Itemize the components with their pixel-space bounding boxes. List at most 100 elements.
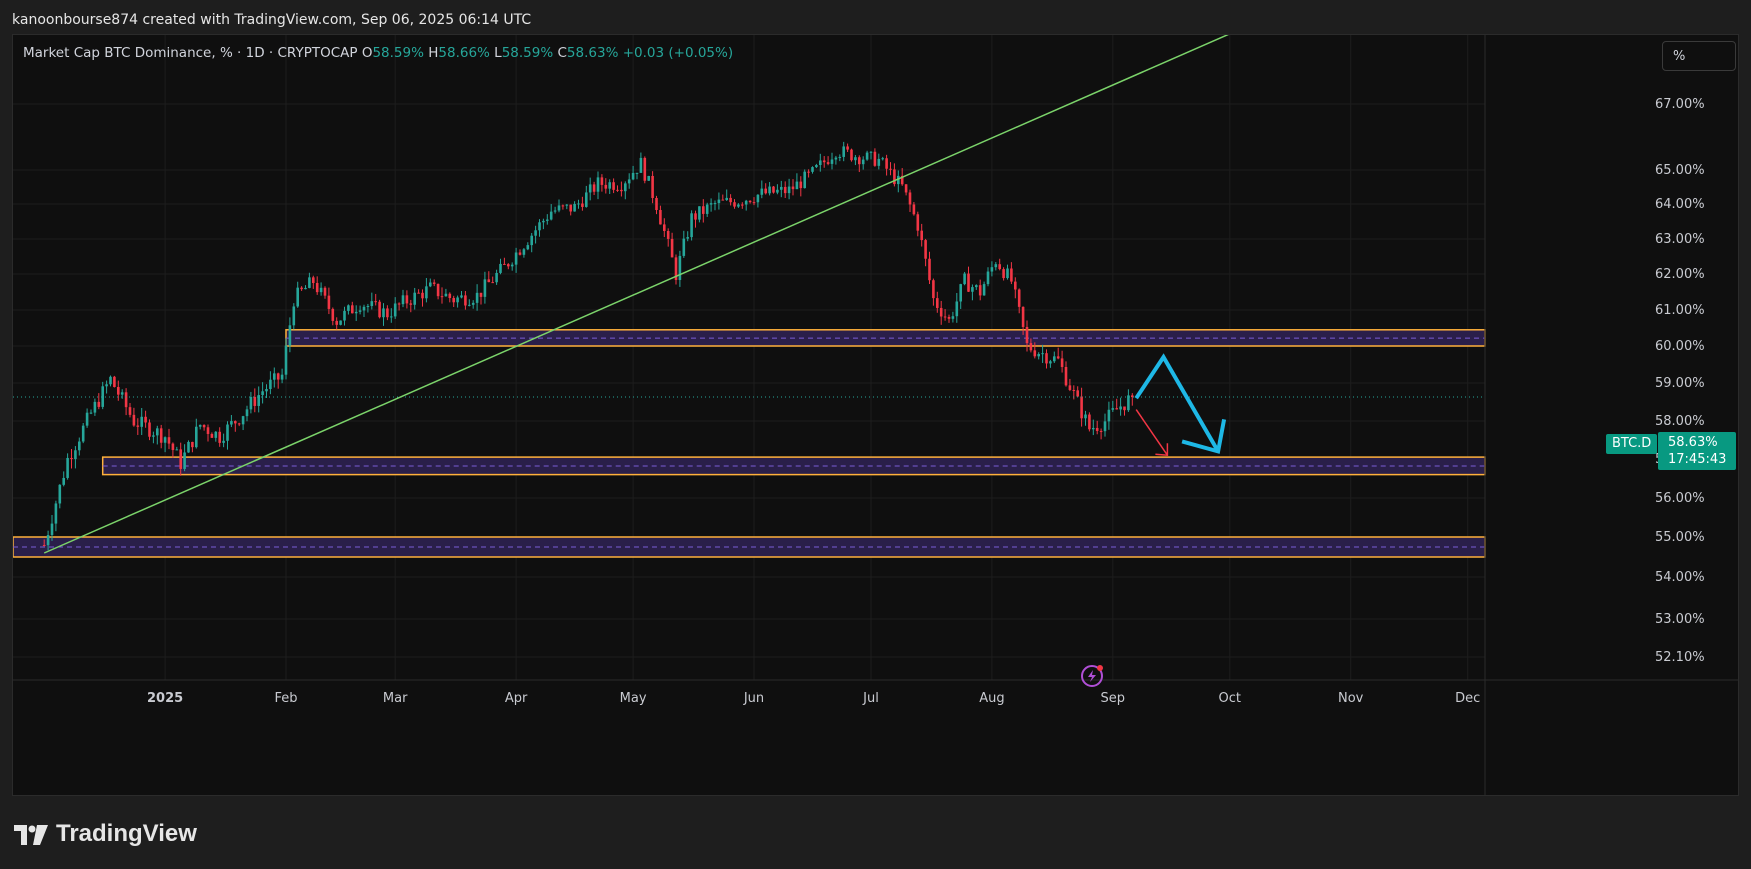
candle-body xyxy=(1064,366,1068,386)
candle-body xyxy=(284,345,288,375)
candle-body xyxy=(975,285,978,288)
candle-body xyxy=(748,200,752,203)
candle-body xyxy=(655,197,658,210)
price-tick-label: 60.00% xyxy=(1655,339,1705,354)
candle-body xyxy=(89,412,93,414)
candle-body xyxy=(752,202,756,204)
candle-body xyxy=(928,258,931,281)
candle-body xyxy=(776,189,779,193)
candle-body xyxy=(81,425,85,442)
candle-body xyxy=(491,282,494,284)
candle-body xyxy=(920,230,923,241)
candle-body xyxy=(514,252,518,265)
candle-body xyxy=(795,181,799,190)
replay-icon[interactable] xyxy=(1081,665,1103,687)
candle-body xyxy=(924,240,927,259)
candle-body xyxy=(351,305,354,314)
candle-body xyxy=(1111,408,1115,410)
candle-body xyxy=(803,171,806,189)
candle-body xyxy=(308,277,311,288)
candle-body xyxy=(741,204,744,206)
chart-pane[interactable]: 67.00% 65.00% 64.00% 63.00% 62.00% 61.00% 60.0… xyxy=(12,34,1739,796)
candle-body xyxy=(702,206,705,214)
candle-body xyxy=(553,210,557,212)
candle-body xyxy=(343,310,346,321)
candle-body xyxy=(1092,427,1095,430)
candle-body xyxy=(393,303,397,317)
candle-body xyxy=(822,160,826,163)
candle-body xyxy=(889,168,892,170)
time-tick-label: Nov xyxy=(1338,691,1364,706)
candle-body xyxy=(869,151,873,153)
candle-body xyxy=(327,295,331,309)
time-axis: 2025 Feb Mar Apr May Jun Jul Aug Sep Oct Nov Dec xyxy=(147,691,1480,706)
close-label: C xyxy=(557,45,567,61)
candle-body xyxy=(335,320,338,325)
candle-body xyxy=(678,255,682,280)
price-tick-label: 67.00% xyxy=(1655,97,1705,112)
time-tick-label: Aug xyxy=(979,691,1004,706)
candle-body xyxy=(620,189,623,192)
candle-body xyxy=(510,264,514,267)
time-tick-label: Oct xyxy=(1219,691,1241,706)
candle-body xyxy=(608,182,611,189)
candle-body xyxy=(265,389,268,392)
candle-body xyxy=(943,316,947,318)
candle-body xyxy=(1123,406,1126,411)
candle-body xyxy=(592,184,596,192)
candle-body xyxy=(904,184,908,193)
candle-body xyxy=(448,293,452,299)
symbol-tag: BTC.D xyxy=(1606,434,1658,454)
low-label: L xyxy=(494,45,502,61)
last-price-tag: 58.63% 17:45:43 xyxy=(1658,432,1736,470)
candle-body xyxy=(120,392,124,395)
candle-body xyxy=(690,213,693,238)
candle-body xyxy=(66,457,69,478)
candle-body xyxy=(468,304,471,306)
candle-body xyxy=(990,267,994,272)
candle-body xyxy=(951,316,955,319)
price-axis: 67.00% 65.00% 64.00% 63.00% 62.00% 61.00% 60.0… xyxy=(13,35,1738,795)
candle-body xyxy=(261,391,264,396)
candle-body xyxy=(452,298,455,303)
candle-body xyxy=(460,295,463,298)
candle-body xyxy=(764,188,767,194)
candle-body xyxy=(425,286,428,299)
candle-body xyxy=(183,452,186,469)
candle-body xyxy=(612,182,615,190)
tradingview-brand[interactable]: TradingView xyxy=(14,816,197,852)
time-tick-label: 2025 xyxy=(147,691,183,706)
candle-body xyxy=(967,273,970,292)
candle-body xyxy=(682,238,686,256)
candle-body xyxy=(694,213,697,220)
candle-body xyxy=(807,171,810,173)
candle-body xyxy=(374,301,377,303)
percent-scale-button[interactable]: % xyxy=(1662,41,1736,71)
candle-body xyxy=(237,423,241,425)
candle-body xyxy=(401,295,405,305)
candle-body xyxy=(245,409,249,417)
candle-body xyxy=(339,320,342,325)
candle-body xyxy=(881,158,884,160)
candle-body xyxy=(1127,395,1130,411)
candle-body xyxy=(214,431,218,438)
candle-body xyxy=(713,203,717,205)
candle-body xyxy=(105,384,108,387)
candle-body xyxy=(1025,326,1029,344)
candle-body xyxy=(70,457,73,460)
candle-body xyxy=(1056,356,1060,359)
candle-body xyxy=(546,219,549,221)
candle-body xyxy=(865,152,869,160)
candlestick-chart[interactable]: 67.00% 65.00% 64.00% 63.00% 62.00% 61.00% 60.0… xyxy=(13,35,1738,795)
candle-body xyxy=(148,422,151,437)
candle-body xyxy=(382,308,385,318)
candle-body xyxy=(292,306,296,326)
candle-body xyxy=(1095,427,1099,431)
candle-body xyxy=(627,179,631,184)
candle-body xyxy=(1103,421,1107,432)
time-tick-label: Sep xyxy=(1101,691,1126,706)
candle-body xyxy=(838,156,842,158)
candle-body xyxy=(647,175,650,181)
candle-body xyxy=(378,301,381,318)
candle-body xyxy=(187,441,190,453)
